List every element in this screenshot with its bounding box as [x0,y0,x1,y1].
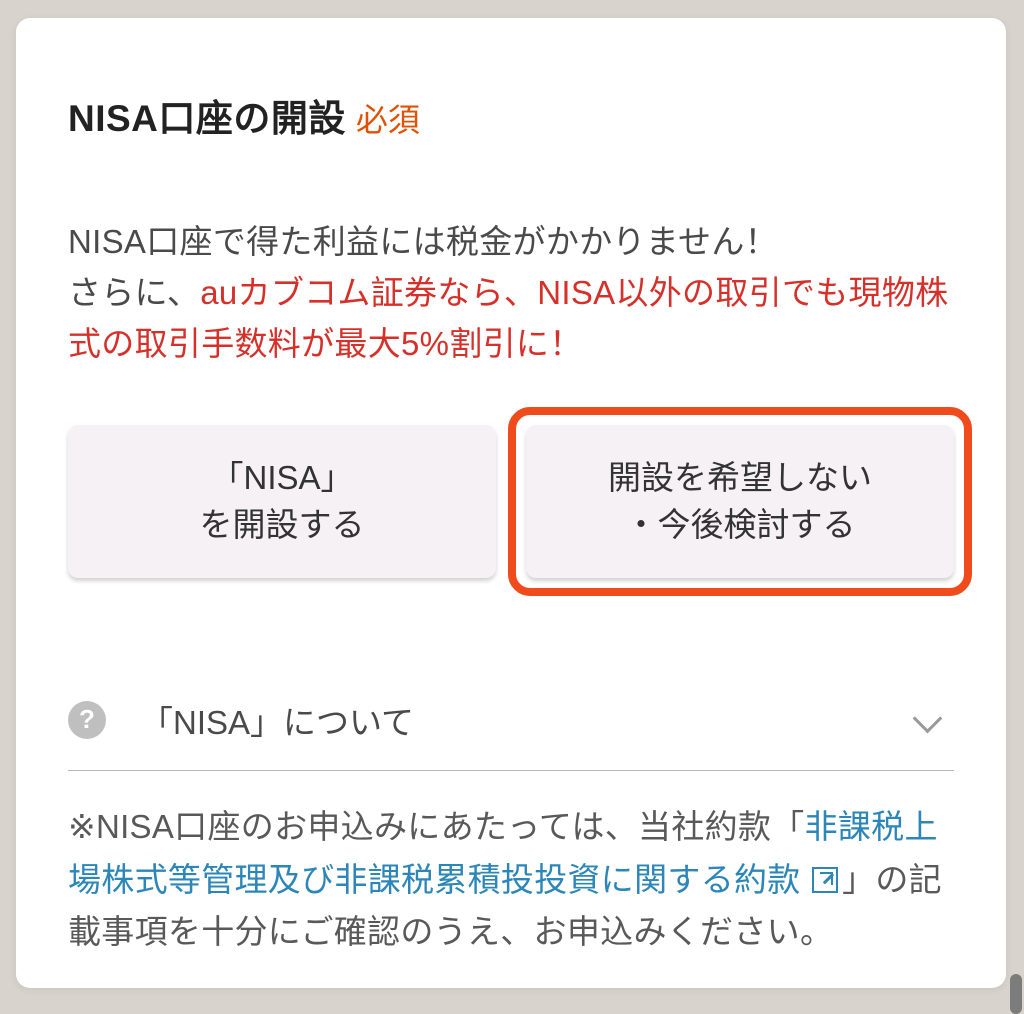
description-text: NISA口座で得た利益には税金がかかりません！ さらに、auカブコム証券なら、N… [68,216,954,369]
option-open-wrap: 「NISA」 を開設する [68,425,496,577]
open-line1: 「NISA」 [210,459,353,496]
nisa-card: NISA口座の開設 必須 NISA口座で得た利益には税金がかかりません！ さらに… [16,18,1006,988]
decline-line2: ・今後検討する [625,506,856,543]
section-title: NISA口座の開設 [68,88,346,142]
chevron-down-icon [914,712,942,728]
section-header: NISA口座の開設 必須 [68,88,954,142]
options-row: 「NISA」 を開設する 開設を希望しない ・今後検討する [68,425,954,577]
desc-highlight: auカブコム証券なら、NISA以外の取引でも現物株式の取引手数料が最大5%割引に… [68,274,948,362]
accordion-title: 「NISA」について [140,696,914,744]
help-icon: ? [68,701,106,739]
desc-line1: NISA口座で得た利益には税金がかかりません！ [68,223,778,260]
decline-nisa-button[interactable]: 開設を希望しない ・今後検討する [526,425,954,577]
scrollbar-track [1008,0,1024,1014]
open-nisa-button[interactable]: 「NISA」 を開設する [68,425,496,577]
note-prefix: ※NISA口座のお申込みにあたっては、当社約款「 [68,808,805,845]
desc-highlight-prefix: さらに、 [68,274,200,311]
scrollbar-thumb[interactable] [1010,974,1022,1014]
open-line2: を開設する [200,506,365,543]
decline-line1: 開設を希望しない [608,459,872,496]
terms-note: ※NISA口座のお申込みにあたっては、当社約款「非課税上場株式等管理及び非課税累… [68,801,954,959]
external-link-icon [812,867,838,893]
about-nisa-accordion[interactable]: ? 「NISA」について [68,686,954,771]
required-badge: 必須 [356,95,420,141]
option-decline-wrap: 開設を希望しない ・今後検討する [526,425,954,577]
